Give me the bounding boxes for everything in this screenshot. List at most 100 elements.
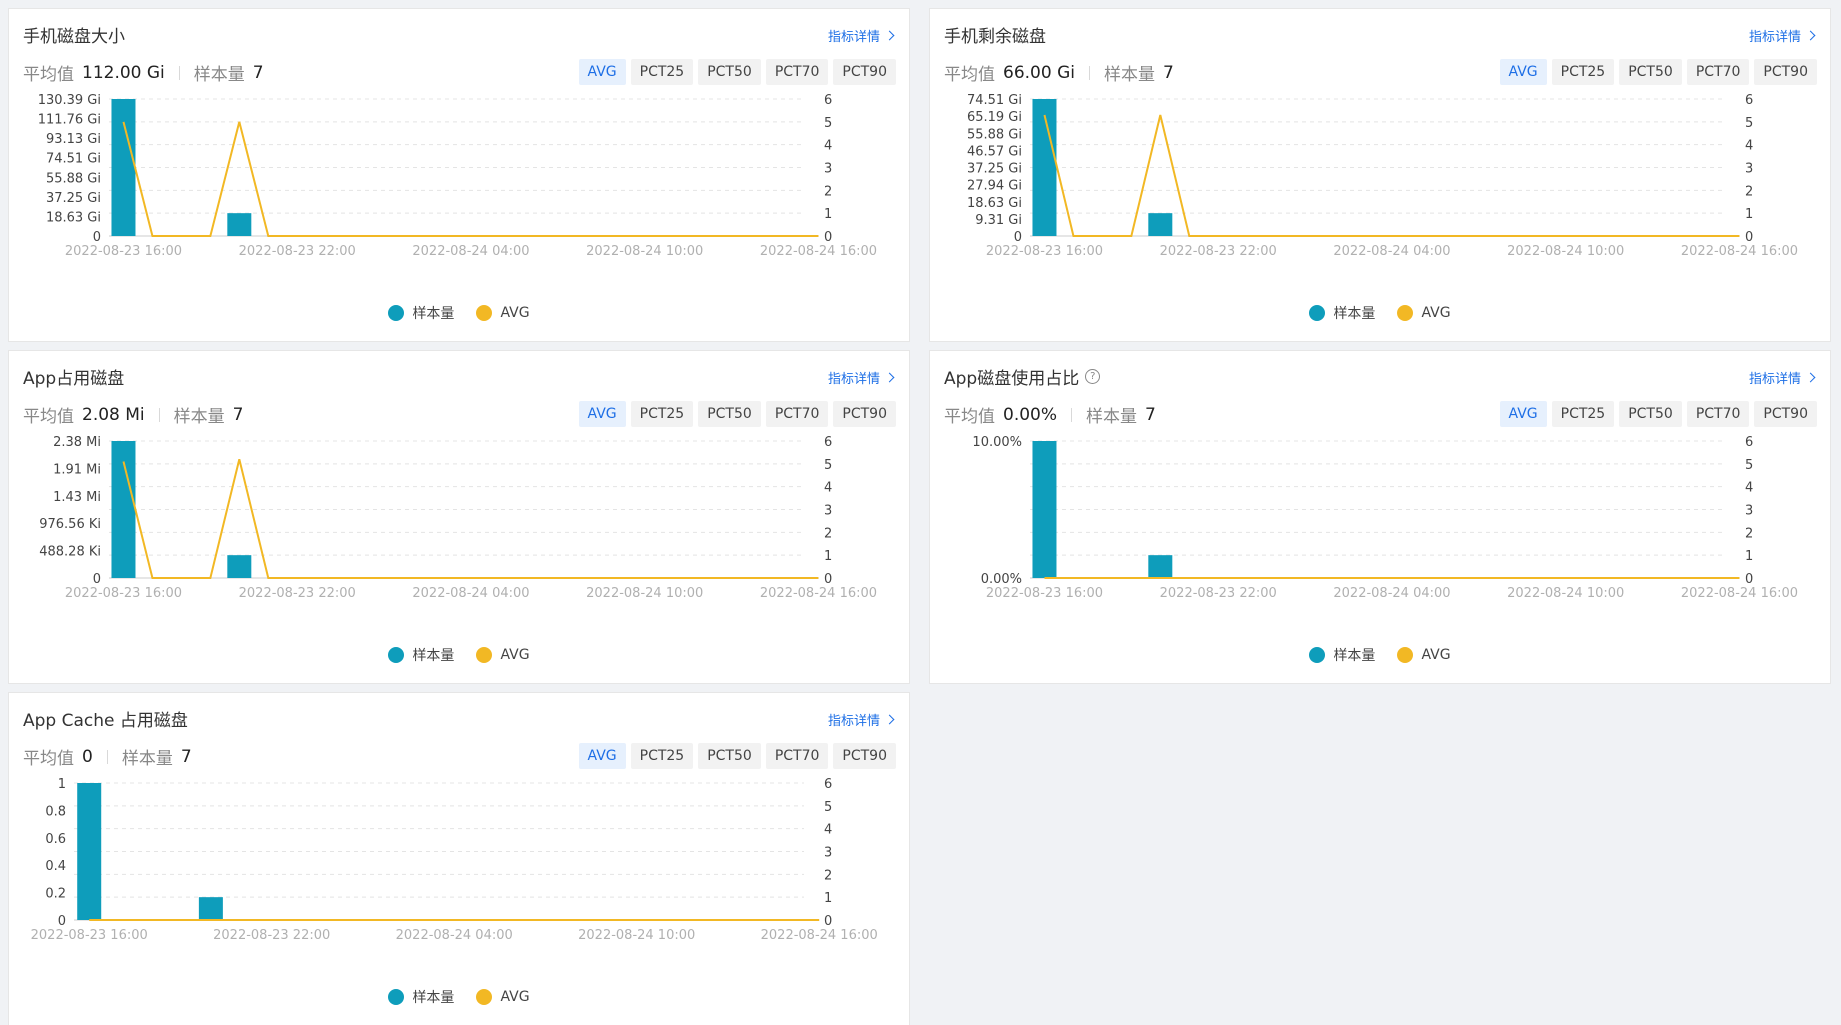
metric-detail-link[interactable]: 指标详情 (1749, 26, 1816, 45)
tab-pct25[interactable]: PCT25 (630, 59, 694, 85)
legend-label-count: 样本量 (412, 306, 455, 322)
tab-pct25[interactable]: PCT25 (630, 401, 694, 427)
chevron-right-icon (1805, 372, 1816, 383)
left-tick-label: 1.43 Mi (53, 490, 101, 505)
x-tick-label: 2022-08-23 16:00 (65, 586, 182, 601)
tab-avg[interactable]: AVG (1499, 59, 1547, 85)
metric-detail-label: 指标详情 (827, 30, 880, 45)
right-tick-label: 1 (824, 549, 832, 564)
tab-pct70[interactable]: PCT70 (765, 401, 829, 427)
metric-detail-label: 指标详情 (1748, 372, 1801, 387)
legend-item-count[interactable]: 样本量 (1309, 645, 1375, 665)
tab-pct70[interactable]: PCT70 (1686, 401, 1750, 427)
count-bar[interactable] (198, 897, 223, 920)
card-title: 手机磁盘大小 (23, 22, 125, 47)
right-tick-label: 1 (1745, 207, 1753, 222)
legend-dot-count-icon (388, 647, 405, 663)
x-tick-label: 2022-08-23 16:00 (65, 244, 182, 259)
legend-item-avg[interactable]: AVG (476, 305, 530, 321)
chart: 0 1 2 3 4 5 6 0.00% 10.00% 2022-08-23 16:00 2022-0… (972, 435, 1798, 601)
right-tick-label: 6 (824, 93, 832, 108)
left-tick-label: 130.39 Gi (38, 93, 101, 108)
left-tick-label: 0.00% (981, 572, 1022, 587)
tab-pct90[interactable]: PCT90 (1754, 401, 1817, 427)
tab-pct90[interactable]: PCT90 (1754, 59, 1817, 85)
tab-pct25[interactable]: PCT25 (1551, 59, 1615, 85)
x-tick-label: 2022-08-23 22:00 (239, 244, 356, 259)
tab-pct70[interactable]: PCT70 (1686, 59, 1750, 85)
count-bar[interactable] (111, 99, 136, 236)
count-bar[interactable] (227, 213, 252, 236)
right-tick-label: 4 (824, 139, 832, 154)
stats-divider (106, 749, 108, 764)
right-tick-label: 2 (824, 868, 832, 883)
tab-pct70[interactable]: PCT70 (765, 59, 829, 85)
help-icon[interactable]: ? (1085, 369, 1101, 384)
count-bar[interactable] (1148, 555, 1173, 578)
chart-legend: 样本量 AVG (9, 987, 909, 1007)
metric-detail-link[interactable]: 指标详情 (827, 26, 895, 45)
tab-pct50[interactable]: PCT50 (698, 59, 761, 85)
tab-pct50[interactable]: PCT50 (1619, 401, 1682, 427)
card-title-text: App磁盘使用占比 (944, 369, 1080, 389)
legend-item-count[interactable]: 样本量 (388, 987, 454, 1007)
right-tick-label: 1 (1745, 549, 1753, 564)
tab-pct50[interactable]: PCT50 (698, 401, 761, 427)
chevron-right-icon (884, 30, 895, 41)
left-tick-label: 46.57 Gi (967, 144, 1022, 159)
legend-item-avg[interactable]: AVG (1397, 647, 1451, 663)
count-bar[interactable] (77, 783, 102, 920)
count-value: 7 (252, 62, 264, 83)
x-tick-label: 2022-08-24 04:00 (412, 244, 529, 259)
tab-pct25[interactable]: PCT25 (1551, 401, 1615, 427)
count-bar[interactable] (1032, 99, 1057, 236)
dashboard-grid: 手机磁盘大小 指标详情 平均值 112.00 Gi 样本量 7 AVG PCT25 PCT50 P… (0, 0, 1841, 1025)
count-bar[interactable] (227, 555, 252, 578)
legend-item-count[interactable]: 样本量 (388, 303, 454, 323)
stats-row: 平均值 112.00 Gi 样本量 7 (23, 60, 264, 86)
avg-value: 0 (82, 746, 93, 767)
metric-detail-link[interactable]: 指标详情 (828, 710, 895, 729)
stats-row: 平均值 0 样本量 7 (23, 744, 192, 770)
legend-item-count[interactable]: 样本量 (1309, 303, 1375, 323)
tab-pct90[interactable]: PCT90 (833, 743, 896, 769)
card-title-text: App占用磁盘 (23, 369, 125, 389)
right-tick-label: 0 (824, 914, 832, 929)
tab-pct25[interactable]: PCT25 (630, 743, 694, 769)
chart: 0 1 2 3 4 5 6 0 9.31 Gi 18.63 Gi 27.94 Gi 37.25 Gi 4… (967, 93, 1798, 259)
count-bar[interactable] (1032, 441, 1057, 578)
stats-row: 平均值 0.00% 样本量 7 (944, 402, 1156, 428)
tab-avg[interactable]: AVG (578, 401, 626, 427)
metric-detail-link[interactable]: 指标详情 (827, 368, 895, 387)
right-tick-label: 3 (824, 846, 832, 861)
x-tick-label: 2022-08-24 16:00 (1681, 244, 1798, 259)
tab-pct90[interactable]: PCT90 (833, 401, 896, 427)
left-tick-label: 37.25 Gi (967, 162, 1022, 177)
card-title: App Cache 占用磁盘 (23, 706, 188, 731)
tab-pct90[interactable]: PCT90 (833, 59, 896, 85)
tab-avg[interactable]: AVG (578, 59, 626, 85)
tab-avg[interactable]: AVG (1499, 401, 1547, 427)
tab-pct50[interactable]: PCT50 (698, 743, 761, 769)
legend-item-avg[interactable]: AVG (476, 647, 530, 663)
legend-dot-count-icon (1309, 305, 1326, 321)
count-bar[interactable] (1148, 213, 1173, 236)
card-title: App占用磁盘 (23, 364, 124, 389)
metric-detail-label: 指标详情 (827, 372, 880, 387)
right-tick-label: 6 (824, 435, 832, 450)
left-tick-label: 0.6 (45, 832, 66, 847)
chart-legend: 样本量 AVG (9, 645, 909, 665)
legend-item-count[interactable]: 样本量 (388, 645, 454, 665)
legend-item-avg[interactable]: AVG (476, 989, 530, 1005)
tab-pct50[interactable]: PCT50 (1619, 59, 1682, 85)
left-tick-label: 37.25 Gi (46, 191, 101, 206)
right-tick-label: 5 (1745, 458, 1753, 473)
avg-label: 平均值 (23, 749, 74, 769)
count-bar[interactable] (111, 441, 136, 578)
tab-pct70[interactable]: PCT70 (765, 743, 829, 769)
metric-detail-link[interactable]: 指标详情 (1748, 368, 1816, 387)
legend-item-avg[interactable]: AVG (1397, 305, 1451, 321)
right-tick-label: 0 (1745, 230, 1753, 245)
tab-avg[interactable]: AVG (578, 743, 626, 769)
card-title-text: App Cache 占用磁盘 (23, 711, 188, 731)
